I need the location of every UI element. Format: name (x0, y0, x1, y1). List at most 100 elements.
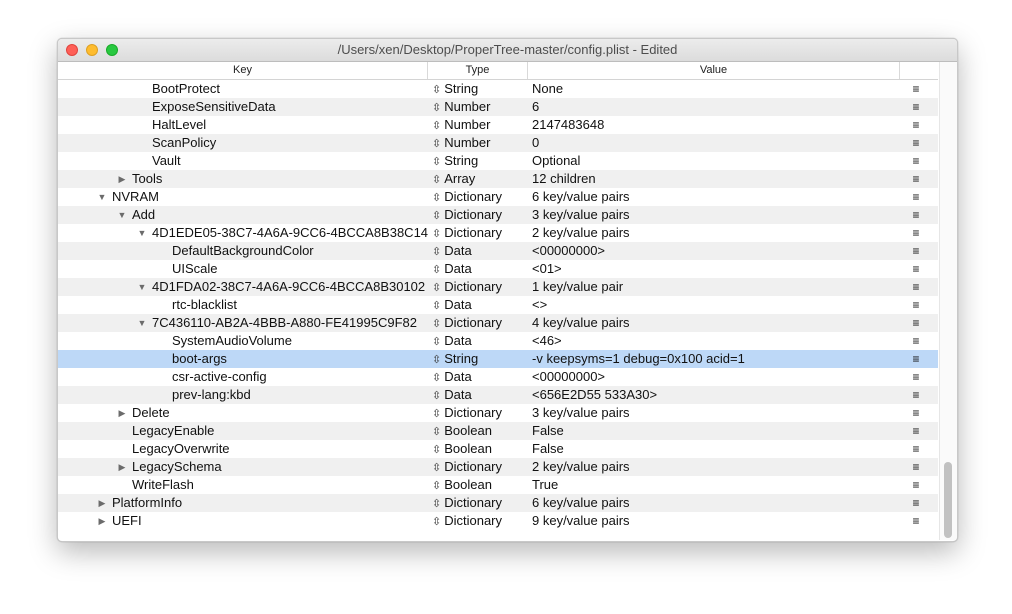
type-cell[interactable]: ⇳ String (432, 152, 528, 170)
type-cell[interactable]: ⇳ Data (432, 296, 528, 314)
disclosure-open-icon[interactable]: ▼ (96, 188, 108, 206)
row-menu-icon[interactable]: ≡ (904, 512, 928, 530)
type-stepper-icon[interactable]: ⇳ (432, 336, 441, 348)
type-cell[interactable]: ⇳ Data (432, 332, 528, 350)
row-menu-icon[interactable]: ≡ (904, 332, 928, 350)
value-cell[interactable]: <656E2D55 533A30> (532, 386, 892, 404)
row-menu-icon[interactable]: ≡ (904, 440, 928, 458)
value-cell[interactable]: <00000000> (532, 242, 892, 260)
value-cell[interactable]: 2 key/value pairs (532, 458, 892, 476)
value-cell[interactable]: <00000000> (532, 368, 892, 386)
key-cell[interactable]: csr-active-config (58, 368, 432, 386)
key-cell[interactable]: ▶ Tools (58, 170, 432, 188)
tree-row[interactable]: Vault ⇳ String Optional ≡ (58, 152, 938, 170)
row-menu-icon[interactable]: ≡ (904, 368, 928, 386)
key-cell[interactable]: ▶ PlatformInfo (58, 494, 432, 512)
row-menu-icon[interactable]: ≡ (904, 116, 928, 134)
tree-row[interactable]: LegacyEnable ⇳ Boolean False ≡ (58, 422, 938, 440)
type-stepper-icon[interactable]: ⇳ (432, 498, 441, 510)
tree-row[interactable]: SystemAudioVolume ⇳ Data <46> ≡ (58, 332, 938, 350)
row-menu-icon[interactable]: ≡ (904, 314, 928, 332)
disclosure-closed-icon[interactable]: ▶ (116, 458, 128, 476)
tree-row[interactable]: ▼ 4D1FDA02-38C7-4A6A-9CC6-4BCCA8B30102 ⇳ Di… (58, 278, 938, 296)
type-cell[interactable]: ⇳ Dictionary (432, 224, 528, 242)
value-cell[interactable]: <01> (532, 260, 892, 278)
type-cell[interactable]: ⇳ String (432, 80, 528, 98)
tree-row[interactable]: UIScale ⇳ Data <01> ≡ (58, 260, 938, 278)
key-cell[interactable]: SystemAudioVolume (58, 332, 432, 350)
value-cell[interactable]: 2147483648 (532, 116, 892, 134)
type-stepper-icon[interactable]: ⇳ (432, 102, 441, 114)
type-cell[interactable]: ⇳ Array (432, 170, 528, 188)
disclosure-open-icon[interactable]: ▼ (136, 314, 148, 332)
type-stepper-icon[interactable]: ⇳ (432, 138, 441, 150)
tree-row[interactable]: LegacyOverwrite ⇳ Boolean False ≡ (58, 440, 938, 458)
row-menu-icon[interactable]: ≡ (904, 134, 928, 152)
key-cell[interactable]: ▼ 7C436110-AB2A-4BBB-A880-FE41995C9F82 (58, 314, 432, 332)
tree-row[interactable]: csr-active-config ⇳ Data <00000000> ≡ (58, 368, 938, 386)
tree-row[interactable]: boot-args ⇳ String -v keepsyms=1 debug=0x10… (58, 350, 938, 368)
value-cell[interactable]: True (532, 476, 892, 494)
key-cell[interactable]: BootProtect (58, 80, 432, 98)
value-cell[interactable]: 6 key/value pairs (532, 188, 892, 206)
row-menu-icon[interactable]: ≡ (904, 206, 928, 224)
disclosure-open-icon[interactable]: ▼ (116, 206, 128, 224)
type-cell[interactable]: ⇳ Data (432, 260, 528, 278)
key-cell[interactable]: ScanPolicy (58, 134, 432, 152)
type-cell[interactable]: ⇳ Dictionary (432, 404, 528, 422)
type-cell[interactable]: ⇳ Data (432, 242, 528, 260)
disclosure-closed-icon[interactable]: ▶ (116, 404, 128, 422)
value-cell[interactable]: 12 children (532, 170, 892, 188)
row-menu-icon[interactable]: ≡ (904, 386, 928, 404)
disclosure-closed-icon[interactable]: ▶ (116, 170, 128, 188)
vertical-scrollbar[interactable] (939, 62, 957, 540)
type-stepper-icon[interactable]: ⇳ (432, 480, 441, 492)
tree-row[interactable]: HaltLevel ⇳ Number 2147483648 ≡ (58, 116, 938, 134)
type-cell[interactable]: ⇳ Dictionary (432, 458, 528, 476)
value-cell[interactable]: 0 (532, 134, 892, 152)
value-cell[interactable]: Optional (532, 152, 892, 170)
value-cell[interactable]: 9 key/value pairs (532, 512, 892, 530)
tree-row[interactable]: rtc-blacklist ⇳ Data <> ≡ (58, 296, 938, 314)
value-cell[interactable]: <46> (532, 332, 892, 350)
tree-row[interactable]: ▼ 7C436110-AB2A-4BBB-A880-FE41995C9F82 ⇳ Di… (58, 314, 938, 332)
value-cell[interactable]: <> (532, 296, 892, 314)
row-menu-icon[interactable]: ≡ (904, 296, 928, 314)
tree-row[interactable]: prev-lang:kbd ⇳ Data <656E2D55 533A30> ≡ (58, 386, 938, 404)
type-stepper-icon[interactable]: ⇳ (432, 372, 441, 384)
key-cell[interactable]: ▼ 4D1EDE05-38C7-4A6A-9CC6-4BCCA8B38C14 (58, 224, 432, 242)
key-cell[interactable]: Vault (58, 152, 432, 170)
scrollbar-thumb[interactable] (944, 462, 952, 538)
type-cell[interactable]: ⇳ Dictionary (432, 512, 528, 530)
type-stepper-icon[interactable]: ⇳ (432, 408, 441, 420)
key-cell[interactable]: ▼ Add (58, 206, 432, 224)
tree-row[interactable]: BootProtect ⇳ String None ≡ (58, 80, 938, 98)
tree-row[interactable]: ▼ NVRAM ⇳ Dictionary 6 key/value pairs ≡ (58, 188, 938, 206)
type-stepper-icon[interactable]: ⇳ (432, 300, 441, 312)
value-cell[interactable]: 6 key/value pairs (532, 494, 892, 512)
key-cell[interactable]: LegacyOverwrite (58, 440, 432, 458)
type-cell[interactable]: ⇳ Dictionary (432, 278, 528, 296)
value-cell[interactable]: 3 key/value pairs (532, 206, 892, 224)
tree-row[interactable]: ▶ Tools ⇳ Array 12 children ≡ (58, 170, 938, 188)
type-stepper-icon[interactable]: ⇳ (432, 174, 441, 186)
type-stepper-icon[interactable]: ⇳ (432, 318, 441, 330)
type-cell[interactable]: ⇳ Number (432, 116, 528, 134)
row-menu-icon[interactable]: ≡ (904, 494, 928, 512)
type-stepper-icon[interactable]: ⇳ (432, 156, 441, 168)
type-stepper-icon[interactable]: ⇳ (432, 426, 441, 438)
key-cell[interactable]: WriteFlash (58, 476, 432, 494)
value-cell[interactable]: False (532, 422, 892, 440)
tree-row[interactable]: ▶ UEFI ⇳ Dictionary 9 key/value pairs ≡ (58, 512, 938, 530)
column-header-type[interactable]: Type (428, 62, 528, 79)
row-menu-icon[interactable]: ≡ (904, 242, 928, 260)
tree-row[interactable]: ▼ Add ⇳ Dictionary 3 key/value pairs ≡ (58, 206, 938, 224)
value-cell[interactable]: 4 key/value pairs (532, 314, 892, 332)
type-stepper-icon[interactable]: ⇳ (432, 210, 441, 222)
key-cell[interactable]: ▼ NVRAM (58, 188, 432, 206)
type-cell[interactable]: ⇳ Data (432, 386, 528, 404)
value-cell[interactable]: 2 key/value pairs (532, 224, 892, 242)
type-cell[interactable]: ⇳ Dictionary (432, 494, 528, 512)
key-cell[interactable]: ▶ LegacySchema (58, 458, 432, 476)
type-stepper-icon[interactable]: ⇳ (432, 84, 441, 96)
